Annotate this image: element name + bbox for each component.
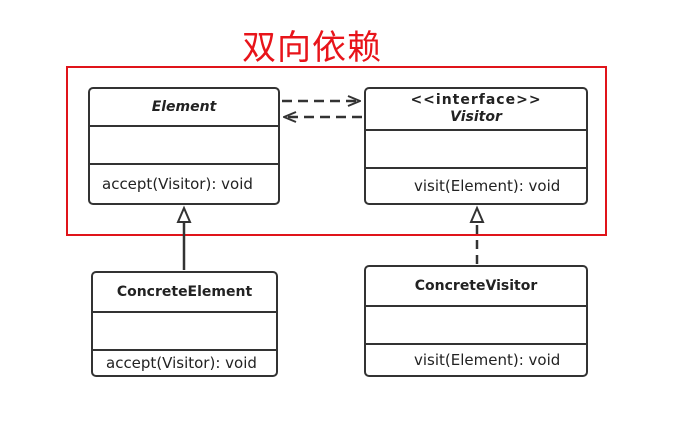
visitor-header: <<interface>> Visitor — [366, 89, 586, 129]
concrete-element-operations: accept(Visitor): void — [93, 349, 276, 375]
visitor-name: Visitor — [450, 109, 502, 125]
element-attributes — [90, 125, 278, 163]
element-operation: accept(Visitor): void — [102, 175, 253, 193]
concrete-visitor-class: ConcreteVisitor visit(Element): void — [364, 265, 588, 377]
generalization-arrowhead-element — [176, 205, 192, 223]
concrete-visitor-header: ConcreteVisitor — [366, 267, 586, 305]
visitor-attributes — [366, 129, 586, 167]
concrete-element-attributes — [93, 311, 276, 349]
concrete-visitor-attributes — [366, 305, 586, 343]
element-class: Element accept(Visitor): void — [88, 87, 280, 205]
element-class-name: Element — [151, 98, 217, 115]
concrete-visitor-name: ConcreteVisitor — [414, 277, 538, 294]
realization-arrowhead-visitor — [469, 205, 485, 223]
visitor-interface: <<interface>> Visitor visit(Element): vo… — [364, 87, 588, 205]
visitor-stereotype: <<interface>> — [410, 92, 542, 108]
concrete-visitor-operations: visit(Element): void — [366, 343, 586, 375]
element-operations: accept(Visitor): void — [90, 163, 278, 203]
visitor-operations: visit(Element): void — [366, 167, 586, 203]
concrete-element-name: ConcreteElement — [116, 283, 253, 300]
element-class-header: Element — [90, 89, 278, 125]
visitor-operation: visit(Element): void — [414, 177, 561, 195]
concrete-visitor-operation: visit(Element): void — [414, 351, 561, 369]
concrete-element-class: ConcreteElement accept(Visitor): void — [91, 271, 278, 377]
concrete-element-operation: accept(Visitor): void — [106, 354, 257, 372]
concrete-element-header: ConcreteElement — [93, 273, 276, 311]
